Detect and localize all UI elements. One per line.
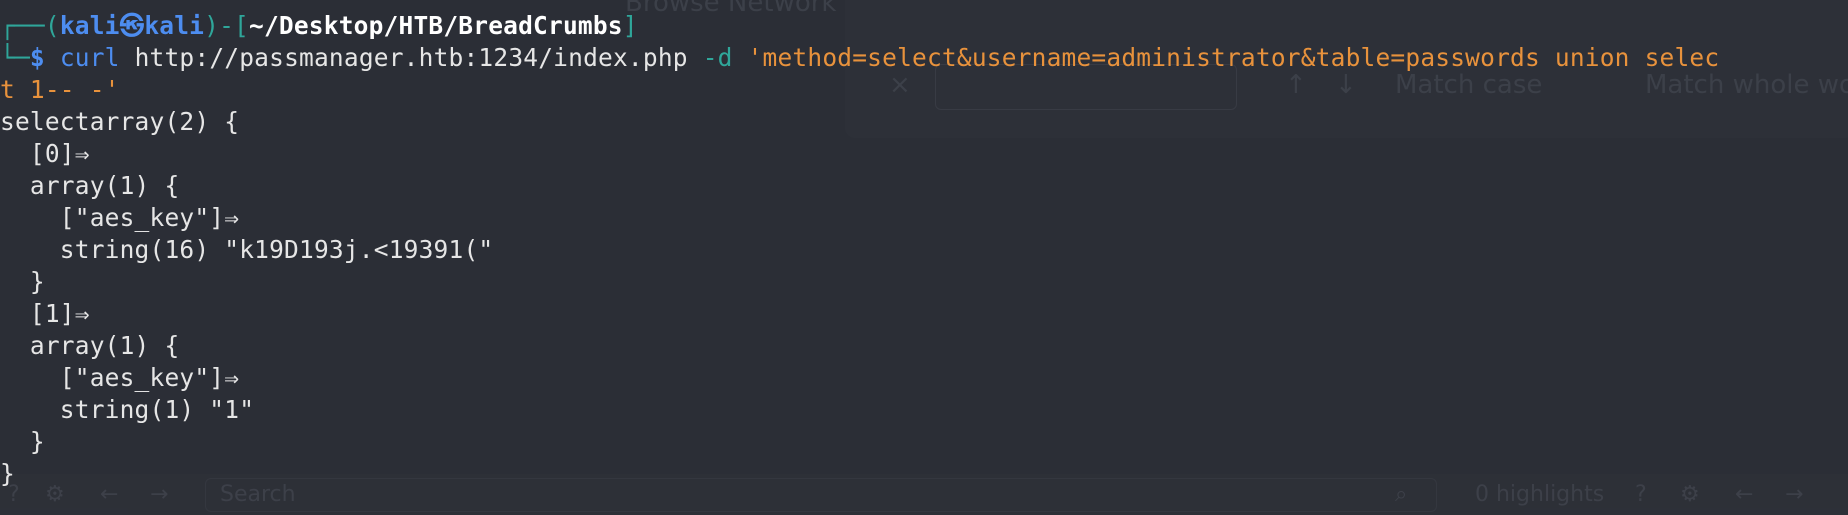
output-line: string(16) "k19D193j.<19391(" (0, 235, 494, 264)
output-line: string(1) "1" (0, 395, 255, 424)
output-line: selectarray(2) { (0, 107, 240, 136)
prompt-frame: )-[ (204, 11, 249, 40)
prompt-path: ~/Desktop/HTB/BreadCrumbs (249, 11, 623, 40)
command-program: curl (59, 43, 120, 72)
command-line: └─$ curl http://passmanager.htb:1234/ind… (0, 42, 1848, 74)
prompt-frame: └─ (0, 43, 30, 72)
prompt-frame: ] (622, 11, 638, 40)
command-data: 'method=select&username=administrator&ta… (747, 43, 1720, 72)
output-line: } (0, 267, 45, 296)
output-line: ["aes_key"]⇒ (0, 363, 240, 392)
prompt-line: ┌──(kali㉿kali)-[~/Desktop/HTB/BreadCrumb… (0, 10, 1848, 42)
output-line: ["aes_key"]⇒ (0, 203, 240, 232)
prompt-host: kali (144, 11, 205, 40)
prompt-user: kali (59, 11, 120, 40)
output-line: } (0, 427, 45, 456)
output-line: array(1) { (0, 171, 180, 200)
prompt-dollar: $ (29, 43, 45, 72)
output-line: [1]⇒ (0, 299, 90, 328)
output-line: array(1) { (0, 331, 180, 360)
terminal[interactable]: ┌──(kali㉿kali)-[~/Desktop/HTB/BreadCrumb… (0, 10, 1848, 490)
output-line: [0]⇒ (0, 139, 90, 168)
prompt-at-symbol: ㉿ (119, 11, 145, 40)
output-line: } (0, 459, 15, 488)
prompt-frame: ┌──( (0, 11, 60, 40)
command-flag: -d (702, 43, 733, 72)
screen: Browse Network × ↑ ↓ Match case Match wh… (0, 0, 1848, 515)
command-line-wrap: t 1-- -' (0, 74, 1848, 106)
command-url: http://passmanager.htb:1234/index.php (134, 43, 688, 72)
command-data-continued: t 1-- -' (0, 75, 120, 104)
